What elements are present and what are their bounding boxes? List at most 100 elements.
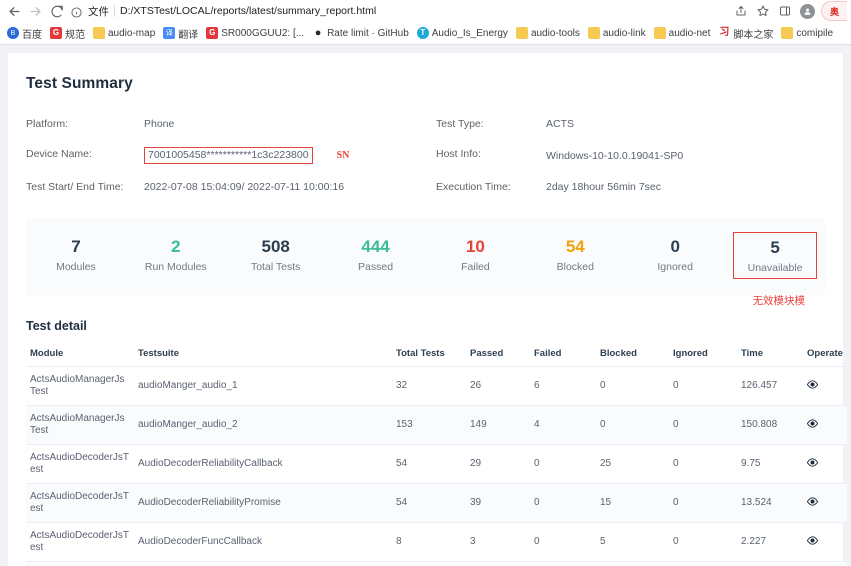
view-icon[interactable] xyxy=(806,418,819,433)
stat-passed: 444 Passed xyxy=(326,232,426,279)
platform-label: Platform: xyxy=(26,118,69,130)
view-icon[interactable] xyxy=(806,457,819,472)
page-viewport: Test Summary Platform: Phone Test Type: … xyxy=(0,45,851,566)
cell-passed: 29 xyxy=(466,444,530,484)
cell-ignored: 0 xyxy=(669,522,737,562)
table-row: ActsAudioDecoderJsTest AudioDecoderRelia… xyxy=(26,483,847,523)
address-bar[interactable]: 文件 D:/XTSTest/LOCAL/reports/latest/summa… xyxy=(71,2,725,20)
url-text[interactable]: D:/XTSTest/LOCAL/reports/latest/summary_… xyxy=(120,5,376,17)
cell-passed: 3 xyxy=(466,522,530,562)
host-info-label: Host Info: xyxy=(436,148,481,160)
test-time-label: Test Start/ End Time: xyxy=(26,181,124,193)
column-header-ignored: Ignored xyxy=(669,343,737,367)
cell-operate[interactable] xyxy=(803,561,847,566)
cell-module: ActsAudioDecoderJsTest xyxy=(26,561,134,566)
cell-module: ActsAudioDecoderJsTest xyxy=(26,522,134,562)
cell-testsuite: AudioDecoderReliabilityCallback xyxy=(134,444,392,484)
cell-testsuite: audioManger_audio_1 xyxy=(134,366,392,406)
bookmark-label: 规范 xyxy=(65,29,85,41)
view-icon[interactable] xyxy=(806,496,819,511)
bookmark-label: audio-net xyxy=(668,27,711,39)
cell-ignored: 0 xyxy=(669,483,737,523)
folder-icon xyxy=(93,27,105,39)
folder-icon xyxy=(587,27,600,39)
cell-blocked: 5 xyxy=(596,522,669,562)
stat-value: 54 xyxy=(565,237,585,256)
stat-run-modules: 2 Run Modules xyxy=(126,232,226,279)
cell-operate[interactable] xyxy=(803,405,847,445)
view-icon[interactable] xyxy=(806,535,819,550)
bookmark-item[interactable]: 译翻译 xyxy=(160,24,203,42)
bookmark-label: audio-link xyxy=(602,27,646,39)
share-icon[interactable] xyxy=(731,1,751,21)
column-header-blocked: Blocked xyxy=(596,343,669,367)
cell-operate[interactable] xyxy=(803,366,847,406)
bookmark-label: audio-tools xyxy=(530,27,580,39)
stat-unavailable: 5 Unavailable xyxy=(733,232,817,279)
profile-avatar-icon[interactable] xyxy=(797,1,817,21)
cell-time: 9.75 xyxy=(737,444,803,484)
cell-module: ActsAudioDecoderJsTest xyxy=(26,444,134,484)
bookmark-item[interactable]: audio-link xyxy=(585,24,651,42)
cell-time: 3.196 xyxy=(737,561,803,566)
device-name-label: Device Name: xyxy=(26,148,92,160)
bookmark-item[interactable]: audio-tools xyxy=(513,24,585,42)
cell-ignored: 0 xyxy=(669,366,737,406)
cell-operate[interactable] xyxy=(803,483,847,523)
bookmark-item[interactable]: audio-net xyxy=(651,24,716,42)
stat-value: 5 xyxy=(770,238,780,257)
bookmark-item[interactable]: comipile xyxy=(778,24,838,42)
bookmark-item[interactable]: audio-map xyxy=(90,24,160,42)
bookmark-item[interactable]: G 规范 xyxy=(47,24,90,42)
site-info-icon[interactable] xyxy=(71,5,83,18)
stat-value: 508 xyxy=(261,237,290,256)
stat-label: Failed xyxy=(461,261,490,273)
cell-total: 32 xyxy=(392,366,466,406)
bookmark-item[interactable]: B 百度 xyxy=(4,24,47,42)
cell-time: 2.227 xyxy=(737,522,803,562)
baidu-icon: B xyxy=(7,27,19,39)
cell-time: 13.524 xyxy=(737,483,803,523)
cell-testsuite: AudioDecoderFuncCallback xyxy=(134,522,392,562)
cell-module: ActsAudioManagerJsTest xyxy=(26,366,134,406)
back-arrow-icon[interactable] xyxy=(4,1,25,22)
bookmark-label: 百度 xyxy=(22,29,42,41)
cell-total: 153 xyxy=(392,405,466,445)
detail-title: Test detail xyxy=(26,319,87,333)
cell-total: 54 xyxy=(392,444,466,484)
bookmark-item[interactable]: T Audio_Is_Energy xyxy=(414,24,513,42)
github-icon: ● xyxy=(312,27,325,39)
cell-operate[interactable] xyxy=(803,522,847,562)
bookmark-label: Rate limit · GitHub xyxy=(327,27,409,39)
bookmark-item[interactable]: ● Rate limit · GitHub xyxy=(309,24,414,42)
stat-ignored: 0 Ignored xyxy=(625,232,725,279)
cell-failed: 0 xyxy=(530,522,596,562)
side-panel-icon[interactable] xyxy=(775,1,795,21)
bookmark-item[interactable]: G SR000GGUU2: [... xyxy=(203,24,309,42)
view-icon[interactable] xyxy=(806,379,819,394)
teams-icon: T xyxy=(416,27,429,39)
column-header-operate: Operate xyxy=(803,343,847,367)
toolbar-icons: 奥 xyxy=(725,1,847,21)
stat-modules: 7 Modules xyxy=(26,232,126,279)
profile-badge[interactable]: 奥 xyxy=(821,1,847,21)
stat-value: 0 xyxy=(670,237,680,256)
bookmark-label: comipile xyxy=(796,27,834,39)
bookmark-item[interactable]: 习脚本之家 xyxy=(715,24,778,42)
reload-icon[interactable] xyxy=(46,1,67,22)
stat-value: 2 xyxy=(171,237,181,256)
report-card: Test Summary Platform: Phone Test Type: … xyxy=(8,53,847,566)
cell-ignored: 0 xyxy=(669,405,737,445)
bookmark-label: 翻译 xyxy=(178,29,199,41)
table-row: ActsAudioDecoderJsTest AudioDecoderRelia… xyxy=(26,444,847,484)
host-info-value: Windows-10-10.0.19041-SP0 xyxy=(546,149,684,162)
column-header-passed: Passed xyxy=(466,343,530,367)
jb51-icon: 习 xyxy=(718,27,731,39)
bookmark-label: audio-map xyxy=(108,27,156,39)
stat-value: 10 xyxy=(465,237,485,256)
forward-arrow-icon[interactable] xyxy=(25,1,46,22)
cell-operate[interactable] xyxy=(803,444,847,484)
cell-testsuite: AudioDecoderFormatPromise xyxy=(134,561,392,566)
cell-testsuite: audioManger_audio_2 xyxy=(134,405,392,445)
star-icon[interactable] xyxy=(753,1,773,21)
